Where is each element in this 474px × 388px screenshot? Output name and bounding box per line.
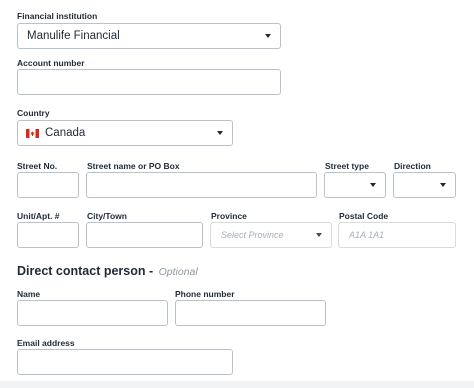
phone-number-input[interactable] bbox=[175, 300, 326, 326]
contact-name-label: Name bbox=[17, 289, 41, 299]
city-input[interactable] bbox=[86, 222, 203, 248]
country-label: Country bbox=[17, 108, 50, 118]
country-value: Canada bbox=[45, 127, 86, 139]
street-no-input[interactable] bbox=[17, 172, 79, 198]
unit-input[interactable] bbox=[17, 222, 79, 248]
street-name-label: Street name or PO Box bbox=[87, 161, 180, 171]
contact-section-title: Direct contact person - Optional bbox=[17, 264, 198, 278]
postal-code-input[interactable]: A1A 1A1 bbox=[338, 222, 456, 248]
optional-tag: Optional bbox=[158, 266, 198, 278]
postal-code-label: Postal Code bbox=[339, 211, 389, 221]
direction-label: Direction bbox=[394, 161, 431, 171]
chevron-down-icon bbox=[440, 183, 446, 187]
canada-flag-icon bbox=[26, 129, 39, 138]
postal-code-placeholder: A1A 1A1 bbox=[349, 230, 385, 240]
unit-label: Unit/Apt. # bbox=[17, 211, 60, 221]
chevron-down-icon bbox=[370, 183, 376, 187]
email-address-label: Email address bbox=[17, 338, 75, 348]
phone-number-label: Phone number bbox=[175, 289, 235, 299]
street-name-input[interactable] bbox=[86, 172, 317, 198]
chevron-down-icon bbox=[265, 34, 271, 38]
city-label: City/Town bbox=[87, 211, 127, 221]
contact-name-input[interactable] bbox=[17, 300, 168, 326]
street-no-label: Street No. bbox=[17, 161, 58, 171]
chevron-down-icon bbox=[316, 233, 322, 237]
province-label: Province bbox=[211, 211, 247, 221]
country-select[interactable]: Canada bbox=[17, 120, 233, 146]
province-select[interactable]: Select Province bbox=[210, 222, 332, 248]
financial-institution-label: Financial institution bbox=[17, 11, 98, 21]
financial-institution-value: Manulife Financial bbox=[27, 30, 120, 42]
email-address-input[interactable] bbox=[17, 349, 233, 375]
account-number-label: Account number bbox=[17, 58, 85, 68]
page-bottom-divider bbox=[0, 381, 474, 388]
chevron-down-icon bbox=[217, 131, 223, 135]
account-number-input[interactable] bbox=[17, 69, 281, 95]
street-type-select[interactable] bbox=[324, 172, 386, 198]
province-placeholder: Select Province bbox=[221, 230, 284, 240]
financial-institution-select[interactable]: Manulife Financial bbox=[17, 23, 281, 49]
street-type-label: Street type bbox=[325, 161, 369, 171]
contact-section-heading: Direct contact person bbox=[17, 264, 146, 278]
contact-section-separator: - bbox=[145, 264, 157, 278]
direction-select[interactable] bbox=[393, 172, 456, 198]
